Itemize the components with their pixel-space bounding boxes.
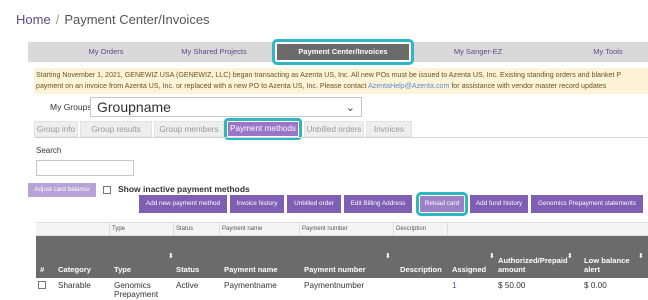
tabs-divider <box>34 137 648 138</box>
adjust-card-balance-button[interactable]: Adjust card balance <box>28 183 96 197</box>
col-index: # <box>40 265 45 274</box>
breadcrumb-current: Payment Center/Invoices <box>64 12 210 27</box>
filter-status[interactable]: Status <box>174 223 220 236</box>
notice-line-2-prefix: payment on an invoice from Azenta US, In… <box>36 82 369 90</box>
col-low-balance[interactable]: Low balance alert <box>584 256 634 274</box>
table-header: # Category Type ⬍ Status Payment name Pa… <box>36 236 648 278</box>
sort-icon[interactable]: ⬍ <box>567 252 573 260</box>
notice-line-1: Starting November 1, 2021, GENEWIZ USA (… <box>36 71 622 79</box>
col-assigned[interactable]: Assigned <box>452 265 486 274</box>
sort-icon[interactable]: ⬍ <box>168 252 174 260</box>
notice-email-link[interactable]: AzentaHelp@Azenta.com <box>368 82 449 90</box>
table-row: Sharable Genomics Prepayment Active Paym… <box>36 278 648 300</box>
cell-payment-number: Paymentnumber <box>304 281 365 290</box>
cell-low-balance: $ 0.00 <box>584 281 607 290</box>
col-authorized-amount[interactable]: Authorized/Prepaid amount <box>498 256 588 274</box>
sort-icon[interactable]: ⬍ <box>385 252 391 260</box>
unbilled-order-button[interactable]: Unbilled order <box>287 195 341 213</box>
reload-card-highlight: Reload card <box>416 192 468 216</box>
notice-line-2: payment on an invoice from Azenta US, In… <box>36 81 648 92</box>
top-nav: My Orders My Shared Projects Payment Cen… <box>28 39 648 65</box>
sort-icon[interactable]: ⬍ <box>638 252 644 260</box>
show-inactive-checkbox[interactable] <box>103 186 111 194</box>
table-filter-row: Type Status Payment name Payment number … <box>36 222 648 236</box>
col-payment-name[interactable]: Payment name <box>224 265 278 274</box>
reload-card-button[interactable]: Reload card <box>420 196 464 212</box>
show-inactive-label: Show inactive payment methods <box>118 184 250 194</box>
cell-type: Genomics Prepayment <box>114 281 159 299</box>
filter-cell-empty <box>36 223 110 236</box>
filter-payment-number[interactable]: Payment number <box>300 223 394 236</box>
nav-my-shared-projects[interactable]: My Shared Projects <box>181 42 246 62</box>
group-select[interactable]: Groupname ⌄ <box>90 97 362 117</box>
breadcrumb: Home / Payment Center/Invoices <box>16 12 210 27</box>
notice-line-2-suffix: for assistance with vendor master record… <box>449 82 607 90</box>
edit-billing-address-button[interactable]: Edit Billing Address <box>344 195 412 213</box>
tab-invoices[interactable]: Invoices <box>366 121 412 137</box>
col-status[interactable]: Status <box>176 265 199 274</box>
tab-group-members[interactable]: Group members <box>154 121 224 137</box>
search-label: Search <box>36 146 62 155</box>
col-category[interactable]: Category <box>58 265 91 274</box>
nav-my-tools[interactable]: My Tools <box>593 42 622 62</box>
nav-my-sanger-ez[interactable]: My Sanger-EZ <box>454 42 502 62</box>
nav-my-orders[interactable]: My Orders <box>88 42 123 62</box>
genomics-prepayment-statements-button[interactable]: Genomics Prepayment statements <box>531 195 643 213</box>
tab-payment-methods[interactable]: Payment methods <box>228 122 298 136</box>
tab-group-results[interactable]: Group results <box>80 121 152 137</box>
row-checkbox[interactable] <box>38 281 46 289</box>
filter-payment-name[interactable]: Payment name <box>220 223 300 236</box>
col-type[interactable]: Type <box>114 265 131 274</box>
tab-unbilled-orders[interactable]: Unbilled orders <box>304 121 364 137</box>
filter-description[interactable]: Description <box>394 223 448 236</box>
filter-type[interactable]: Type <box>110 223 174 236</box>
col-description[interactable]: Description <box>400 265 442 274</box>
nav-highlight: Payment Center/Invoices <box>272 39 414 65</box>
add-fund-history-button[interactable]: Add fund history <box>470 195 528 213</box>
search-input[interactable] <box>36 160 134 176</box>
sort-icon[interactable]: ⬍ <box>489 252 495 260</box>
nav-payment-center[interactable]: Payment Center/Invoices <box>277 44 409 60</box>
col-payment-number[interactable]: Payment number <box>304 265 366 274</box>
group-select-value: Groupname <box>97 99 171 115</box>
breadcrumb-separator: / <box>55 12 60 27</box>
invoice-history-button[interactable]: Invoice history <box>230 195 284 213</box>
my-groups-label: My Groups <box>50 102 92 112</box>
add-new-payment-method-button[interactable]: Add new payment method <box>139 195 227 213</box>
chevron-down-icon: ⌄ <box>345 102 355 114</box>
cell-payment-name: Paymentname <box>224 281 277 290</box>
cell-status: Active <box>176 281 199 290</box>
cell-assigned[interactable]: 1 <box>452 281 457 290</box>
tab-group-info[interactable]: Group info <box>34 121 78 137</box>
cell-amount: $ 50.00 <box>498 281 526 290</box>
cell-category: Sharable <box>58 281 91 290</box>
breadcrumb-home-link[interactable]: Home <box>16 12 51 27</box>
notice-banner: Starting November 1, 2021, GENEWIZ USA (… <box>34 68 648 94</box>
